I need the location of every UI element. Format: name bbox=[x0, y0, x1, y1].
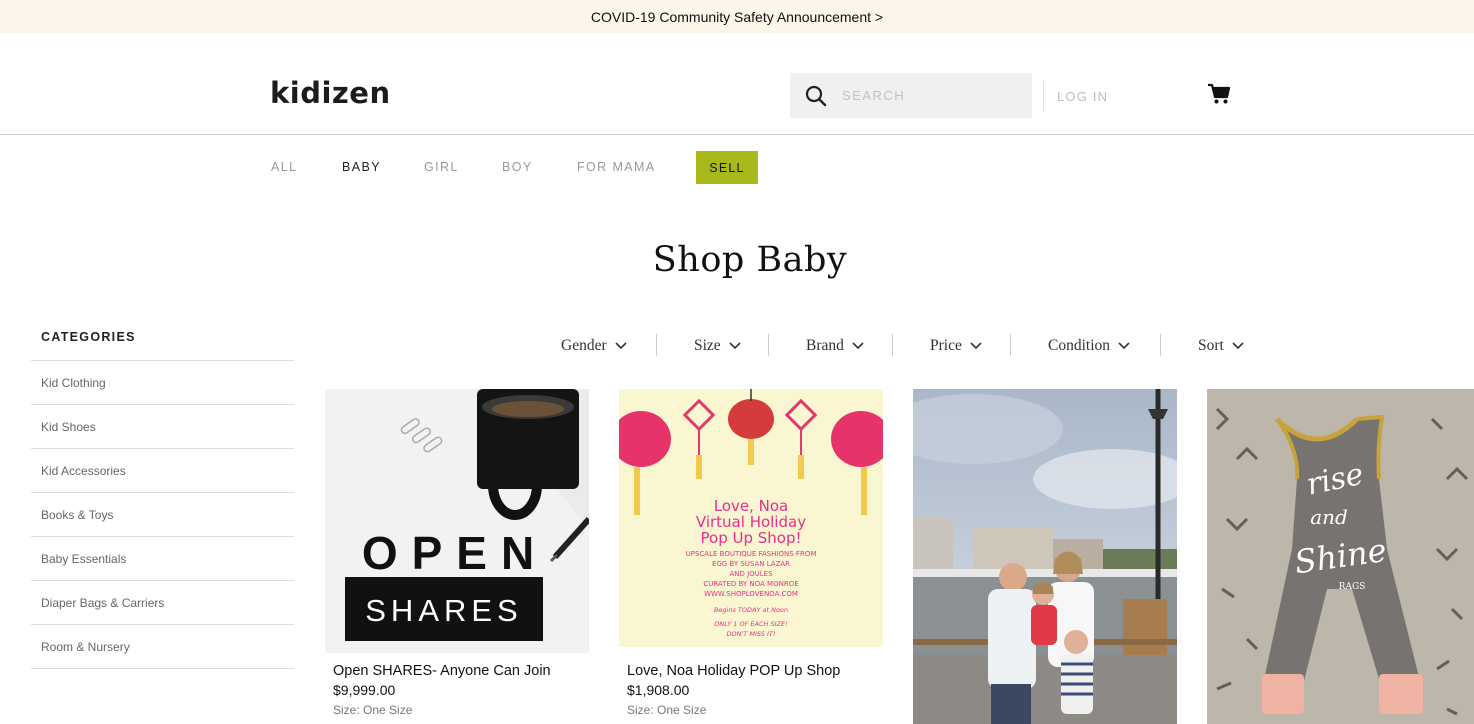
filter-brand-label: Brand bbox=[806, 337, 844, 354]
search-icon[interactable] bbox=[790, 85, 842, 107]
image-text-open: OPEN bbox=[362, 527, 548, 579]
filter-divider bbox=[1010, 334, 1011, 356]
filter-condition[interactable]: Condition bbox=[1048, 333, 1130, 359]
filter-divider bbox=[768, 334, 769, 356]
category-books-toys[interactable]: Books & Toys bbox=[31, 493, 294, 537]
image-text-line-4: CURATED BY NOA MONROE bbox=[703, 580, 798, 588]
nav-all[interactable]: ALL bbox=[271, 160, 297, 174]
image-text-line-7: ONLY 1 OF EACH SIZE! bbox=[714, 620, 788, 628]
product-size: Size: One Size bbox=[627, 703, 707, 717]
product-image[interactable] bbox=[913, 389, 1177, 724]
image-text-line-6: Begins TODAY at Noon bbox=[714, 606, 788, 614]
image-text-line-3: AND JOULES bbox=[729, 570, 773, 578]
product-card[interactable]: Love, Noa Virtual Holiday Pop Up Shop! U… bbox=[619, 389, 883, 717]
search-box[interactable] bbox=[790, 73, 1032, 118]
product-card[interactable]: OPEN SHARES Open SHARES- Anyone Can Join… bbox=[325, 389, 589, 717]
nav-boy[interactable]: BOY bbox=[502, 160, 533, 174]
product-size: Size: One Size bbox=[333, 703, 413, 717]
filter-condition-label: Condition bbox=[1048, 337, 1111, 354]
image-text-pop-up-shop: Pop Up Shop! bbox=[701, 529, 802, 547]
category-kid-accessories[interactable]: Kid Accessories bbox=[31, 449, 294, 493]
filter-size[interactable]: Size bbox=[694, 333, 741, 359]
product-price: $9,999.00 bbox=[333, 682, 396, 698]
chevron-down-icon bbox=[1118, 342, 1130, 350]
product-price: $1,908.00 bbox=[627, 682, 690, 698]
page-title: Shop Baby bbox=[652, 240, 848, 280]
image-text-rags: RAGS bbox=[1339, 582, 1366, 592]
product-name[interactable]: Open SHARES- Anyone Can Join bbox=[325, 663, 589, 679]
filter-sort[interactable]: Sort bbox=[1198, 333, 1244, 359]
categories-sidebar: CATEGORIES Kid Clothing Kid Shoes Kid Ac… bbox=[31, 330, 294, 669]
search-input[interactable] bbox=[842, 88, 1022, 103]
filter-divider bbox=[1160, 334, 1161, 356]
nav-girl[interactable]: GIRL bbox=[424, 160, 459, 174]
kidizen-logo[interactable]: kidizen bbox=[270, 79, 391, 108]
header-divider bbox=[1043, 81, 1044, 111]
nav-for-mama[interactable]: FOR MAMA bbox=[577, 160, 656, 174]
chevron-down-icon bbox=[852, 342, 864, 350]
filter-size-label: Size bbox=[694, 337, 721, 354]
filter-price-label: Price bbox=[930, 337, 962, 354]
image-text-and: and bbox=[1310, 505, 1348, 529]
category-baby-essentials[interactable]: Baby Essentials bbox=[31, 537, 294, 581]
product-card[interactable]: rise and Shine RAGS bbox=[1207, 389, 1474, 724]
site-header: kidizen LOG IN bbox=[0, 33, 1474, 135]
chevron-down-icon bbox=[970, 342, 982, 350]
image-text-line-5: WWW.SHOPLOVENOA.COM bbox=[704, 590, 798, 598]
image-text-line-2: EGG BY SUSAN LAZAR bbox=[712, 560, 790, 568]
chevron-down-icon bbox=[615, 342, 627, 350]
chevron-down-icon bbox=[729, 342, 741, 350]
product-image[interactable]: Love, Noa Virtual Holiday Pop Up Shop! U… bbox=[619, 389, 883, 647]
announcement-link[interactable]: COVID-19 Community Safety Announcement > bbox=[591, 9, 883, 25]
product-name[interactable]: Love, Noa Holiday POP Up Shop bbox=[619, 663, 883, 679]
filter-gender-label: Gender bbox=[561, 337, 607, 354]
category-kid-clothing[interactable]: Kid Clothing bbox=[31, 361, 294, 405]
category-nav: ALL BABY GIRL BOY FOR MAMA SELL bbox=[0, 136, 1474, 196]
image-text-line-1: UPSCALE BOUTIQUE FASHIONS FROM bbox=[686, 550, 817, 558]
filter-price[interactable]: Price bbox=[930, 333, 982, 359]
category-diaper-bags[interactable]: Diaper Bags & Carriers bbox=[31, 581, 294, 625]
product-card[interactable] bbox=[913, 389, 1177, 724]
image-text-shares: SHARES bbox=[365, 593, 522, 628]
filter-divider bbox=[892, 334, 893, 356]
filter-divider bbox=[656, 334, 657, 356]
filter-sort-label: Sort bbox=[1198, 337, 1224, 354]
product-image[interactable]: rise and Shine RAGS bbox=[1207, 389, 1474, 724]
category-room-nursery[interactable]: Room & Nursery bbox=[31, 625, 294, 669]
chevron-down-icon bbox=[1232, 342, 1244, 350]
cart-icon[interactable] bbox=[1207, 83, 1231, 110]
category-kid-shoes[interactable]: Kid Shoes bbox=[31, 405, 294, 449]
product-image[interactable]: OPEN SHARES bbox=[325, 389, 589, 653]
filter-brand[interactable]: Brand bbox=[806, 333, 864, 359]
image-text-line-8: DON'T MISS IT! bbox=[727, 630, 776, 638]
nav-baby[interactable]: BABY bbox=[342, 160, 381, 174]
logo-text: kidizen bbox=[270, 76, 391, 110]
announcement-bar: COVID-19 Community Safety Announcement > bbox=[0, 0, 1474, 33]
filter-gender[interactable]: Gender bbox=[561, 333, 627, 359]
login-link[interactable]: LOG IN bbox=[1057, 89, 1108, 104]
categories-heading: CATEGORIES bbox=[31, 330, 294, 361]
sell-button[interactable]: SELL bbox=[696, 151, 758, 184]
